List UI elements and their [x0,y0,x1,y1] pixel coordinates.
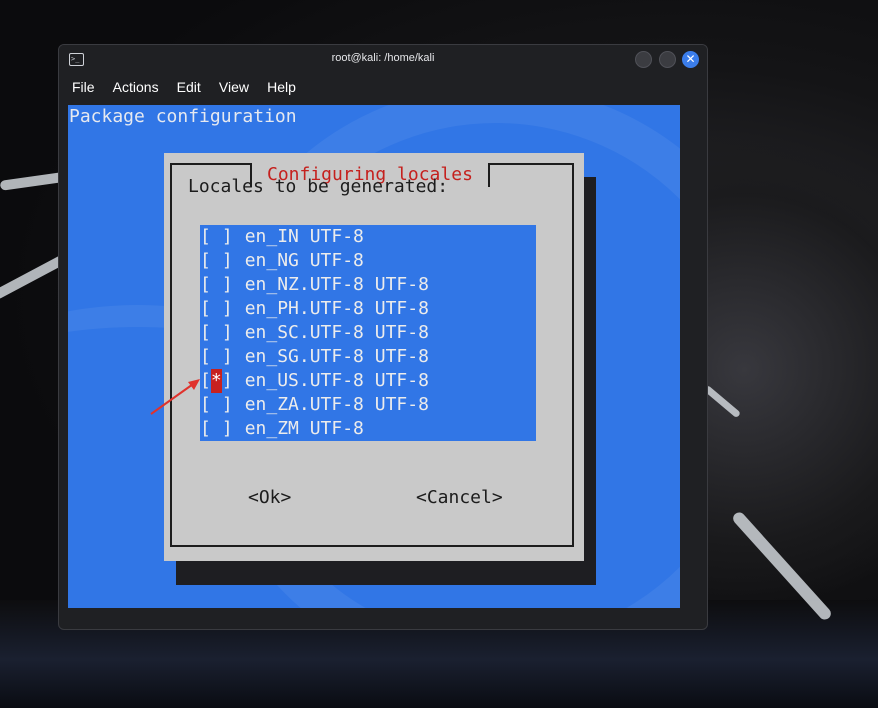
checked-mark: * [210,369,222,393]
dialog-prompt: Locales to be generated: [188,176,449,197]
minimize-button[interactable] [635,51,652,68]
locale-option[interactable]: [ ] en_NG UTF-8 [200,249,536,273]
locale-option[interactable]: [ ] en_IN UTF-8 [200,225,536,249]
locale-label: en_IN UTF-8 [244,226,364,247]
locale-label: en_ZA.UTF-8 UTF-8 [244,394,429,415]
red-arrow-annotation [150,379,200,415]
locale-label: en_PH.UTF-8 UTF-8 [244,298,429,319]
locale-option[interactable]: [ ] en_NZ.UTF-8 UTF-8 [200,273,536,297]
locale-checkbox[interactable]: [ ] [200,225,233,249]
locale-label: en_ZM UTF-8 [244,418,364,439]
title-bar[interactable]: >_ root@kali: /home/kali ✕ [59,45,707,75]
locale-option[interactable]: [ ] en_SG.UTF-8 UTF-8 [200,345,536,369]
menu-help[interactable]: Help [267,79,296,95]
terminal-content[interactable]: Package configuration Configuring locale… [68,105,680,608]
unchecked-mark [211,393,222,417]
unchecked-mark [211,417,222,441]
unchecked-mark [211,249,222,273]
locale-checkbox[interactable]: [ ] [200,273,233,297]
locale-label: en_SC.UTF-8 UTF-8 [244,322,429,343]
locale-checkbox[interactable]: [ ] [200,321,233,345]
cancel-button[interactable]: <Cancel> [416,487,503,508]
locale-option[interactable]: [ ] en_ZM UTF-8 [200,417,536,441]
locale-option[interactable]: [*] en_US.UTF-8 UTF-8 [200,369,536,393]
menu-view[interactable]: View [219,79,249,95]
unchecked-mark [211,297,222,321]
locales-dialog: Configuring locales Locales to be genera… [164,153,584,561]
unchecked-mark [211,321,222,345]
ok-button[interactable]: <Ok> [248,487,291,508]
maximize-button[interactable] [659,51,676,68]
locale-list[interactable]: [ ] en_IN UTF-8 [ ] en_NG UTF-8 [ ] en_NZ.UTF… [200,225,536,441]
unchecked-mark [211,273,222,297]
close-button[interactable]: ✕ [682,51,699,68]
unchecked-mark [211,345,222,369]
locale-checkbox[interactable]: [ ] [200,417,233,441]
unchecked-mark [211,225,222,249]
menu-edit[interactable]: Edit [177,79,201,95]
locale-label: en_SG.UTF-8 UTF-8 [244,346,429,367]
locale-label: en_NZ.UTF-8 UTF-8 [244,274,429,295]
locale-checkbox[interactable]: [ ] [200,297,233,321]
terminal-window: >_ root@kali: /home/kali ✕ File Actions … [58,44,708,630]
menu-file[interactable]: File [72,79,95,95]
locale-checkbox[interactable]: [ ] [200,249,233,273]
menu-actions[interactable]: Actions [113,79,159,95]
package-config-header: Package configuration [69,106,297,127]
locale-checkbox[interactable]: [ ] [200,345,233,369]
scrollbar[interactable] [681,105,701,608]
locale-option[interactable]: [ ] en_PH.UTF-8 UTF-8 [200,297,536,321]
menu-bar: File Actions Edit View Help [59,75,707,103]
window-title: root@kali: /home/kali [331,52,435,64]
locale-label: en_US.UTF-8 UTF-8 [244,370,429,391]
locale-label: en_NG UTF-8 [244,250,364,271]
locale-option[interactable]: [ ] en_SC.UTF-8 UTF-8 [200,321,536,345]
locale-option[interactable]: [ ] en_ZA.UTF-8 UTF-8 [200,393,536,417]
close-icon: ✕ [685,52,696,66]
